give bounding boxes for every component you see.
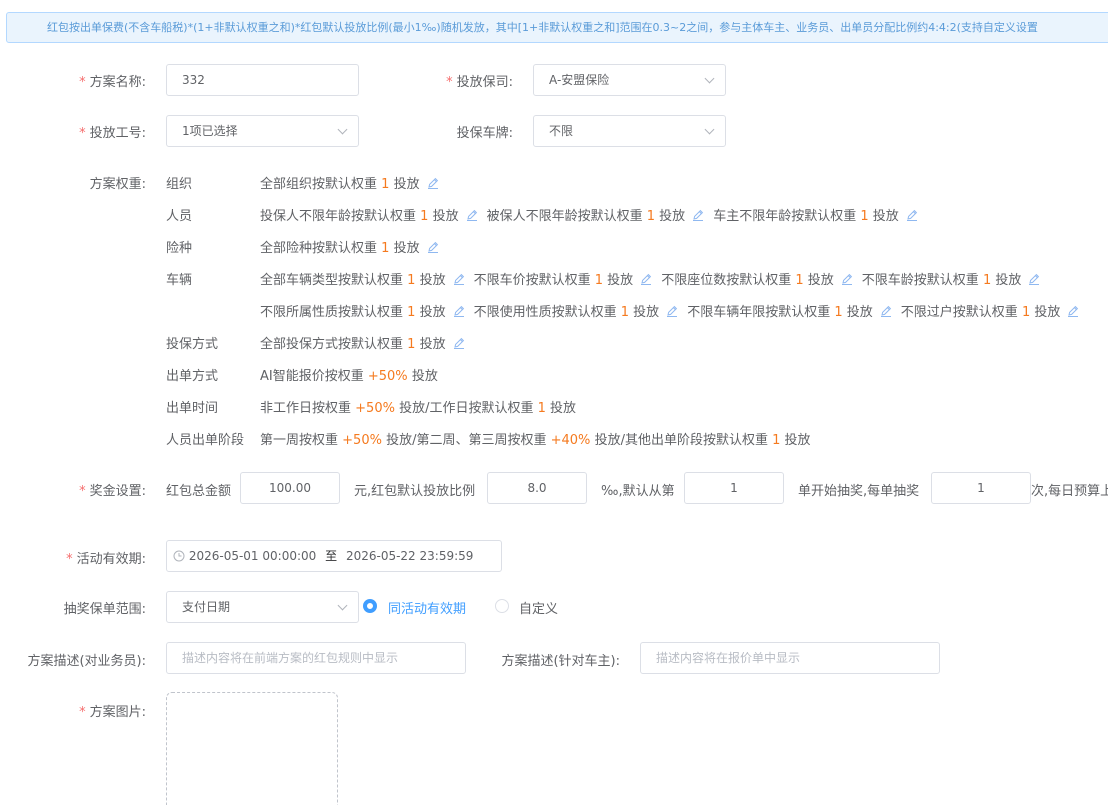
weight-item: 不限使用性质按默认权重 1 投放 [474,301,680,320]
weight-line-vehicle-1: 全部车辆类型按默认权重 1 投放 不限车价按默认权重 1 投放 不限座位数按默认权重… [260,269,1108,288]
weight-item: 不限车龄按默认权重 1 投放 [862,269,1042,288]
plate-label: 投保车牌: [456,126,513,141]
weight-line-stage: 第一周按权重 +50% 投放/第二周、第三周按权重 +40% 投放/其他出单阶段… [260,433,811,448]
reward-start-input[interactable]: 1 [684,472,784,504]
validity-label: * 活动有效期: [66,552,146,567]
insurer-select[interactable]: A-安盟保险 [533,64,726,96]
weight-item: 全部组织按默认权重 1 投放 [260,173,440,192]
chevron-down-icon [337,600,348,611]
desc-owner-label: 方案描述(针对车主): [501,654,620,669]
reward-total-label: 红包总金额 [166,484,232,499]
plan-name-input[interactable]: 332 [166,64,359,96]
reward-each-label: 单开始抽奖,每单抽奖 [798,484,920,499]
weight-item: 被保人不限年龄按默认权重 1 投放 [487,205,706,224]
clock-icon [173,550,185,562]
validity-separator: 至 [325,549,338,563]
lottery-select[interactable]: 支付日期 [166,591,359,623]
pencil-icon[interactable] [879,304,893,318]
weight-item: 全部投保方式按默认权重 1 投放 [260,333,466,352]
rule-notice: 红包按出单保费(不含车船税)*(1+非默认权重之和)*红包默认投放比例(最小1‰… [6,12,1108,43]
weight-line-risk: 全部险种按默认权重 1 投放 [260,237,448,256]
weight-line-issue-method: AI智能报价按权重 +50% 投放 [260,369,438,384]
pencil-icon[interactable] [452,336,466,350]
weight-item: 全部车辆类型按默认权重 1 投放 [260,269,466,288]
chevron-down-icon [704,124,715,135]
chevron-down-icon [337,124,348,135]
chevron-down-icon [704,73,715,84]
weight-cat-issue-method: 出单方式 [166,369,219,384]
weight-line-issue-time: 非工作日按权重 +50% 投放/工作日按默认权重 1 投放 [260,401,577,416]
reward-total-input[interactable]: 100.00 [240,472,340,504]
desc-agent-label: 方案描述(对业务员): [27,654,146,669]
reward-start-label: ‰,默认从第 [601,484,675,499]
weight-item: 投保人不限年龄按默认权重 1 投放 [260,205,479,224]
weight-line-person: 投保人不限年龄按默认权重 1 投放 被保人不限年龄按默认权重 1 投放 车主不限年龄… [260,205,927,224]
weight-line-method: 全部投保方式按默认权重 1 投放 [260,333,474,352]
pencil-icon[interactable] [691,208,705,222]
weight-item: 不限车辆年限按默认权重 1 投放 [687,301,893,320]
reward-label: * 奖金设置: [79,484,146,499]
weight-item: 不限座位数按默认权重 1 投放 [661,269,854,288]
pencil-icon[interactable] [452,272,466,286]
image-upload-area[interactable] [166,692,338,805]
weight-item: 全部险种按默认权重 1 投放 [260,237,440,256]
job-no-label: * 投放工号: [79,126,146,141]
pencil-icon[interactable] [639,272,653,286]
desc-owner-input[interactable]: 描述内容将在报价单中显示 [640,642,940,674]
weight-item: 车主不限年龄按默认权重 1 投放 [713,205,919,224]
pencil-icon[interactable] [905,208,919,222]
radio-custom[interactable] [495,599,509,613]
weight-cat-vehicle: 车辆 [166,273,193,288]
weight-cat-stage: 人员出单阶段 [166,433,245,448]
pencil-icon[interactable] [1027,272,1041,286]
weight-item: 不限车价按默认权重 1 投放 [474,269,654,288]
pencil-icon[interactable] [465,208,479,222]
image-label: * 方案图片: [79,705,146,720]
validity-end[interactable]: 2026-05-22 23:59:59 [346,549,473,563]
reward-ratio-input[interactable]: 8.0 [487,472,587,504]
weight-line-vehicle-2: 不限所属性质按默认权重 1 投放 不限使用性质按默认权重 1 投放 不限车辆年限按默… [260,301,1108,320]
weight-line-org: 全部组织按默认权重 1 投放 [260,173,448,192]
desc-agent-input[interactable]: 描述内容将在前端方案的红包规则中显示 [166,642,466,674]
pencil-icon[interactable] [840,272,854,286]
weight-item: 不限过户按默认权重 1 投放 [901,301,1081,320]
radio-custom-label[interactable]: 自定义 [519,598,558,617]
weight-cat-person: 人员 [166,209,193,224]
reward-each-input[interactable]: 1 [931,472,1031,504]
pencil-icon[interactable] [426,240,440,254]
reward-ratio-label: 元,红包默认投放比例 [354,484,476,499]
validity-start[interactable]: 2026-05-01 00:00:00 [189,549,316,563]
plan-name-label: * 方案名称: [79,75,146,90]
radio-same-validity-label[interactable]: 同活动有效期 [388,598,466,617]
weight-cat-method: 投保方式 [166,337,219,352]
reward-tail-label: 次,每日预算上 [1031,484,1108,499]
weight-cat-issue-time: 出单时间 [166,401,219,416]
pencil-icon[interactable] [452,304,466,318]
lottery-label: 抽奖保单范围: [63,602,146,617]
plate-select[interactable]: 不限 [533,115,726,147]
insurer-label: * 投放保司: [446,75,513,90]
job-no-select[interactable]: 1项已选择 [166,115,359,147]
validity-range-picker[interactable]: 2026-05-01 00:00:00 至 2026-05-22 23:59:5… [166,540,502,572]
radio-same-validity[interactable] [363,599,377,613]
pencil-icon[interactable] [426,176,440,190]
pencil-icon[interactable] [665,304,679,318]
weight-cat-risk: 险种 [166,241,193,256]
pencil-icon[interactable] [1066,304,1080,318]
weight-cat-org: 组织 [166,177,193,192]
weight-label: 方案权重: [89,177,146,192]
weight-item: 不限所属性质按默认权重 1 投放 [260,301,466,320]
